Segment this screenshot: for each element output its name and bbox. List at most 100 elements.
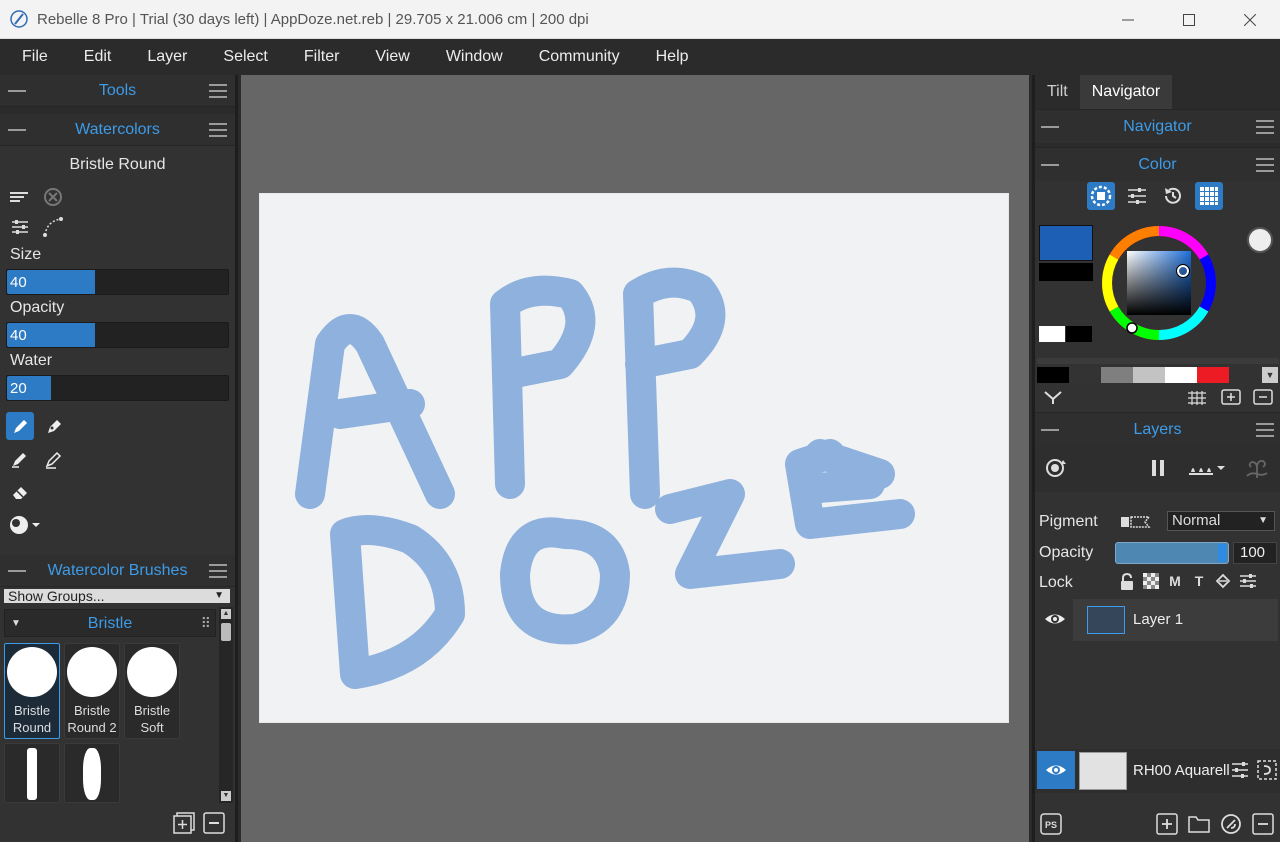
secondary-color-swatch[interactable] <box>1039 263 1093 281</box>
tab-tilt[interactable]: Tilt <box>1035 75 1080 109</box>
lock-selection-icon[interactable] <box>1215 573 1231 589</box>
layers-panel-header[interactable]: Layers <box>1035 412 1280 446</box>
paper-thumbnail[interactable] <box>1079 752 1127 790</box>
panel-menu-icon[interactable] <box>1256 423 1274 437</box>
menu-file[interactable]: File <box>4 48 66 66</box>
blend-tool-button[interactable] <box>6 445 34 473</box>
paint-tool-button[interactable] <box>6 411 34 440</box>
lock-icon[interactable] <box>1119 573 1135 591</box>
brush-settings-icon[interactable] <box>10 189 30 205</box>
palette-picker-icon[interactable] <box>1043 389 1063 405</box>
delete-layer-icon[interactable] <box>1251 812 1275 836</box>
scroll-down-icon[interactable]: ▼ <box>221 791 231 801</box>
pen-tool-button[interactable] <box>40 412 68 440</box>
show-wet-icon[interactable] <box>1043 456 1069 480</box>
remove-color-icon[interactable] <box>1253 389 1273 405</box>
slider-handle[interactable] <box>1218 544 1226 562</box>
stroke-path-icon[interactable] <box>42 216 64 238</box>
palette-swatch-4[interactable] <box>1165 367 1197 383</box>
add-layer-icon[interactable] <box>1155 812 1179 836</box>
collapse-icon[interactable] <box>8 90 26 92</box>
collapse-icon[interactable] <box>1041 126 1059 128</box>
panel-menu-icon[interactable] <box>209 123 227 137</box>
lock-mask-icon[interactable]: M <box>1167 573 1183 591</box>
fill-tool-button[interactable] <box>6 511 46 539</box>
paper-visibility-button[interactable] <box>1037 751 1075 789</box>
maximize-button[interactable] <box>1158 0 1219 39</box>
watercolor-brushes-header[interactable]: Watercolor Brushes <box>0 555 235 587</box>
close-button[interactable] <box>1219 0 1280 39</box>
color-panel-header[interactable]: Color <box>1035 147 1280 181</box>
collapse-icon[interactable] <box>1041 164 1059 166</box>
paper-settings-icon[interactable] <box>1231 761 1249 779</box>
color-wheel[interactable] <box>1099 225 1219 345</box>
palette-swatch-2[interactable] <box>1101 367 1133 383</box>
layer-opacity-value[interactable]: 100 <box>1233 542 1277 564</box>
lock-transparency-icon[interactable] <box>1143 573 1159 589</box>
canvas-area[interactable] <box>241 75 1029 842</box>
menu-community[interactable]: Community <box>521 48 638 66</box>
reset-brush-icon[interactable] <box>42 186 64 208</box>
pigment-brush-icon[interactable] <box>1119 514 1151 530</box>
paper-select-icon[interactable] <box>1257 760 1277 780</box>
dry-options-icon[interactable] <box>1187 458 1227 478</box>
menu-filter[interactable]: Filter <box>286 48 358 66</box>
palette-swatch-1[interactable] <box>1069 367 1101 383</box>
panel-menu-icon[interactable] <box>1256 120 1274 134</box>
tab-navigator[interactable]: Navigator <box>1079 75 1173 109</box>
add-folder-icon[interactable] <box>1187 812 1211 836</box>
color-wheel-mode-button[interactable] <box>1087 182 1115 210</box>
scroll-up-icon[interactable]: ▲ <box>221 609 231 619</box>
sliders-icon[interactable] <box>10 217 30 237</box>
layer-visibility-eye-icon[interactable] <box>1043 610 1067 628</box>
layer-effects-icon[interactable] <box>1219 812 1243 836</box>
blend-mode-select[interactable]: Normal ▼ <box>1167 511 1275 531</box>
menu-layer[interactable]: Layer <box>129 48 205 66</box>
water-slider[interactable]: 20 <box>6 375 229 401</box>
tools-panel-header[interactable]: Tools <box>0 75 235 107</box>
lock-texture-icon[interactable]: T <box>1191 573 1207 591</box>
white-swatch[interactable] <box>1039 326 1065 342</box>
color-history-mode-button[interactable] <box>1159 182 1187 210</box>
minimize-button[interactable] <box>1097 0 1158 39</box>
opacity-slider[interactable]: 40 <box>6 322 229 348</box>
menu-edit[interactable]: Edit <box>66 48 130 66</box>
palette-grid-view-icon[interactable] <box>1187 389 1207 405</box>
palette-swatch-0[interactable] <box>1037 367 1069 383</box>
lock-settings-icon[interactable] <box>1239 573 1257 589</box>
panel-menu-icon[interactable] <box>209 564 227 578</box>
brush-preset-bristle-round-2[interactable]: Bristle Round 2 <box>64 643 120 739</box>
palette-swatch-3[interactable] <box>1133 367 1165 383</box>
eraser-tool-button[interactable] <box>6 478 34 506</box>
remove-brush-icon[interactable] <box>202 811 226 835</box>
menu-help[interactable]: Help <box>638 48 707 66</box>
add-brush-icon[interactable] <box>172 811 196 835</box>
brush-preset-bristle-round[interactable]: Bristle Round <box>4 643 60 739</box>
menu-window[interactable]: Window <box>428 48 521 66</box>
paper-canvas[interactable] <box>260 194 1008 722</box>
layer-opacity-slider[interactable] <box>1115 542 1229 564</box>
size-slider[interactable]: 40 <box>6 269 229 295</box>
brush-list-scrollbar[interactable]: ▲ ▼ <box>219 607 233 803</box>
menu-select[interactable]: Select <box>205 48 285 66</box>
menu-view[interactable]: View <box>357 48 427 66</box>
collapse-icon[interactable] <box>8 129 26 131</box>
panel-menu-icon[interactable] <box>209 84 227 98</box>
psd-export-icon[interactable]: PS <box>1039 812 1063 836</box>
color-sliders-mode-button[interactable] <box>1123 182 1151 210</box>
brush-preset-flat[interactable] <box>4 743 60 803</box>
palette-swatch-5[interactable] <box>1197 367 1229 383</box>
current-color-swatch[interactable] <box>1039 225 1093 261</box>
palette-menu-icon[interactable]: ▼ <box>1262 367 1278 383</box>
brush-preset-filbert[interactable] <box>64 743 120 803</box>
brush-preset-bristle-soft[interactable]: Bristle Soft <box>124 643 180 739</box>
black-swatch[interactable] <box>1066 326 1092 342</box>
drag-handle-icon[interactable]: ⠿ <box>201 615 211 632</box>
bristle-group-header[interactable]: ▼ Bristle ⠿ <box>4 609 216 637</box>
layer-item-layer-1[interactable]: Layer 1 <box>1073 599 1278 641</box>
color-palette-mode-button[interactable] <box>1195 182 1223 210</box>
add-color-icon[interactable] <box>1221 389 1241 405</box>
show-groups-dropdown[interactable]: Show Groups... ▼ <box>4 589 230 603</box>
watercolors-panel-header[interactable]: Watercolors <box>0 114 235 146</box>
collapse-icon[interactable] <box>1041 429 1059 431</box>
